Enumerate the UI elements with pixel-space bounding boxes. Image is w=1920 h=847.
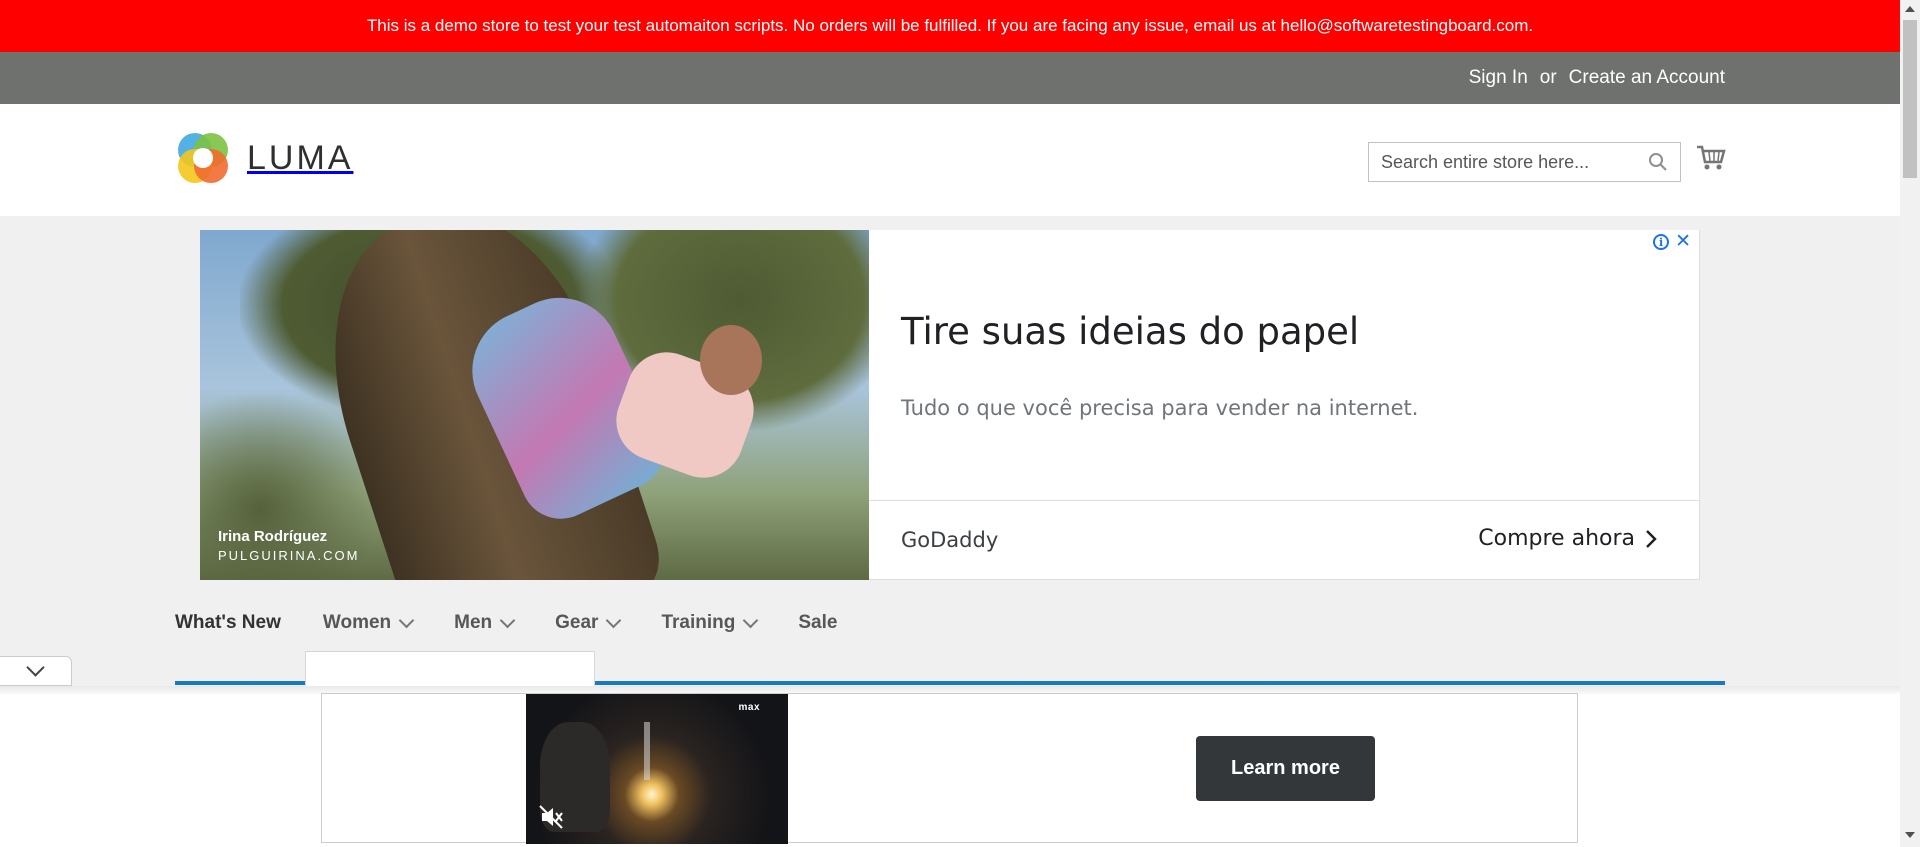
- display-advertisement[interactable]: Irina Rodríguez PULGUIRINA.COM i ✕ Tire …: [200, 230, 1700, 580]
- search-input[interactable]: [1381, 151, 1648, 173]
- ad-close-icon[interactable]: ✕: [1675, 232, 1691, 251]
- nav-label: Gear: [555, 612, 599, 633]
- chevron-right-icon: [1646, 529, 1657, 548]
- nav-item-women[interactable]: Women: [322, 612, 415, 634]
- photo-credit-name: Irina Rodríguez: [218, 528, 328, 545]
- video-brand-badge: max: [738, 702, 760, 713]
- search-box: [1368, 142, 1681, 182]
- main-navigation: What's New Women Men Gear Training Sale: [175, 608, 879, 638]
- ad-headline[interactable]: Tire suas ideias do papel: [901, 310, 1359, 353]
- dropdown-panel-edge: [305, 651, 595, 687]
- video-ad[interactable]: max: [526, 694, 788, 844]
- learn-more-button[interactable]: Learn more: [1196, 736, 1375, 801]
- nav-item-men[interactable]: Men: [454, 612, 516, 634]
- nav-label: What's New: [175, 612, 281, 633]
- nav-item-whats-new[interactable]: What's New: [175, 612, 281, 634]
- page-header: LUMA: [0, 104, 1900, 216]
- nav-label: Women: [322, 612, 392, 633]
- chevron-down-icon: [26, 657, 45, 677]
- nav-item-gear[interactable]: Gear: [555, 612, 622, 634]
- shopping-cart-icon: [1697, 145, 1726, 170]
- auth-or-text: or: [1539, 67, 1557, 88]
- nav-label: Men: [454, 612, 493, 633]
- ad-collapse-toggle[interactable]: [0, 656, 72, 686]
- ad-text-panel[interactable]: i ✕ Tire suas ideias do papel Tudo o que…: [869, 230, 1700, 580]
- photo-credit: Irina Rodríguez PULGUIRINA.COM: [218, 528, 359, 563]
- ad-advertiser[interactable]: GoDaddy: [901, 528, 998, 552]
- chevron-down-icon: [398, 612, 415, 628]
- luma-logo[interactable]: LUMA: [175, 130, 353, 186]
- chevron-down-icon: [743, 612, 759, 628]
- scrollbar-thumb[interactable]: [1903, 20, 1917, 178]
- scroll-up-arrow-icon[interactable]: [1905, 6, 1915, 12]
- logo-text: LUMA: [247, 138, 354, 177]
- nav-label: Sale: [798, 612, 838, 633]
- demo-store-notice: This is a demo store to test your test a…: [0, 0, 1900, 52]
- scroll-down-arrow-icon[interactable]: [1905, 832, 1915, 838]
- ad-photo[interactable]: Irina Rodríguez PULGUIRINA.COM: [200, 230, 869, 580]
- luma-logo-icon: [178, 133, 228, 183]
- nav-item-training[interactable]: Training: [661, 612, 759, 634]
- vertical-scrollbar[interactable]: [1900, 0, 1920, 847]
- chevron-down-icon: [499, 612, 516, 628]
- sticky-bottom-ad[interactable]: max Learn more: [321, 693, 1578, 844]
- create-account-link[interactable]: Create an Account: [1569, 67, 1725, 89]
- nav-label: Training: [661, 612, 736, 633]
- search-icon[interactable]: [1648, 152, 1668, 172]
- ad-cta-button[interactable]: Compre ahora: [1478, 526, 1657, 551]
- demo-notice-text: This is a demo store to test your test a…: [366, 16, 1534, 35]
- ad-cta-label: Compre ahora: [1478, 526, 1635, 551]
- chevron-down-icon: [606, 612, 622, 628]
- photo-credit-site: PULGUIRINA.COM: [218, 548, 360, 563]
- sign-in-link[interactable]: Sign In: [1469, 67, 1528, 89]
- nav-item-sale[interactable]: Sale: [798, 612, 837, 634]
- ad-subtext: Tudo o que você precisa para vender na i…: [901, 396, 1419, 420]
- minicart-button[interactable]: [1696, 144, 1726, 177]
- authorization-bar: Sign In or Create an Account: [0, 52, 1900, 104]
- mute-icon[interactable]: [538, 804, 564, 830]
- ad-divider: [869, 500, 1700, 501]
- adchoices-info-icon[interactable]: i: [1653, 234, 1670, 250]
